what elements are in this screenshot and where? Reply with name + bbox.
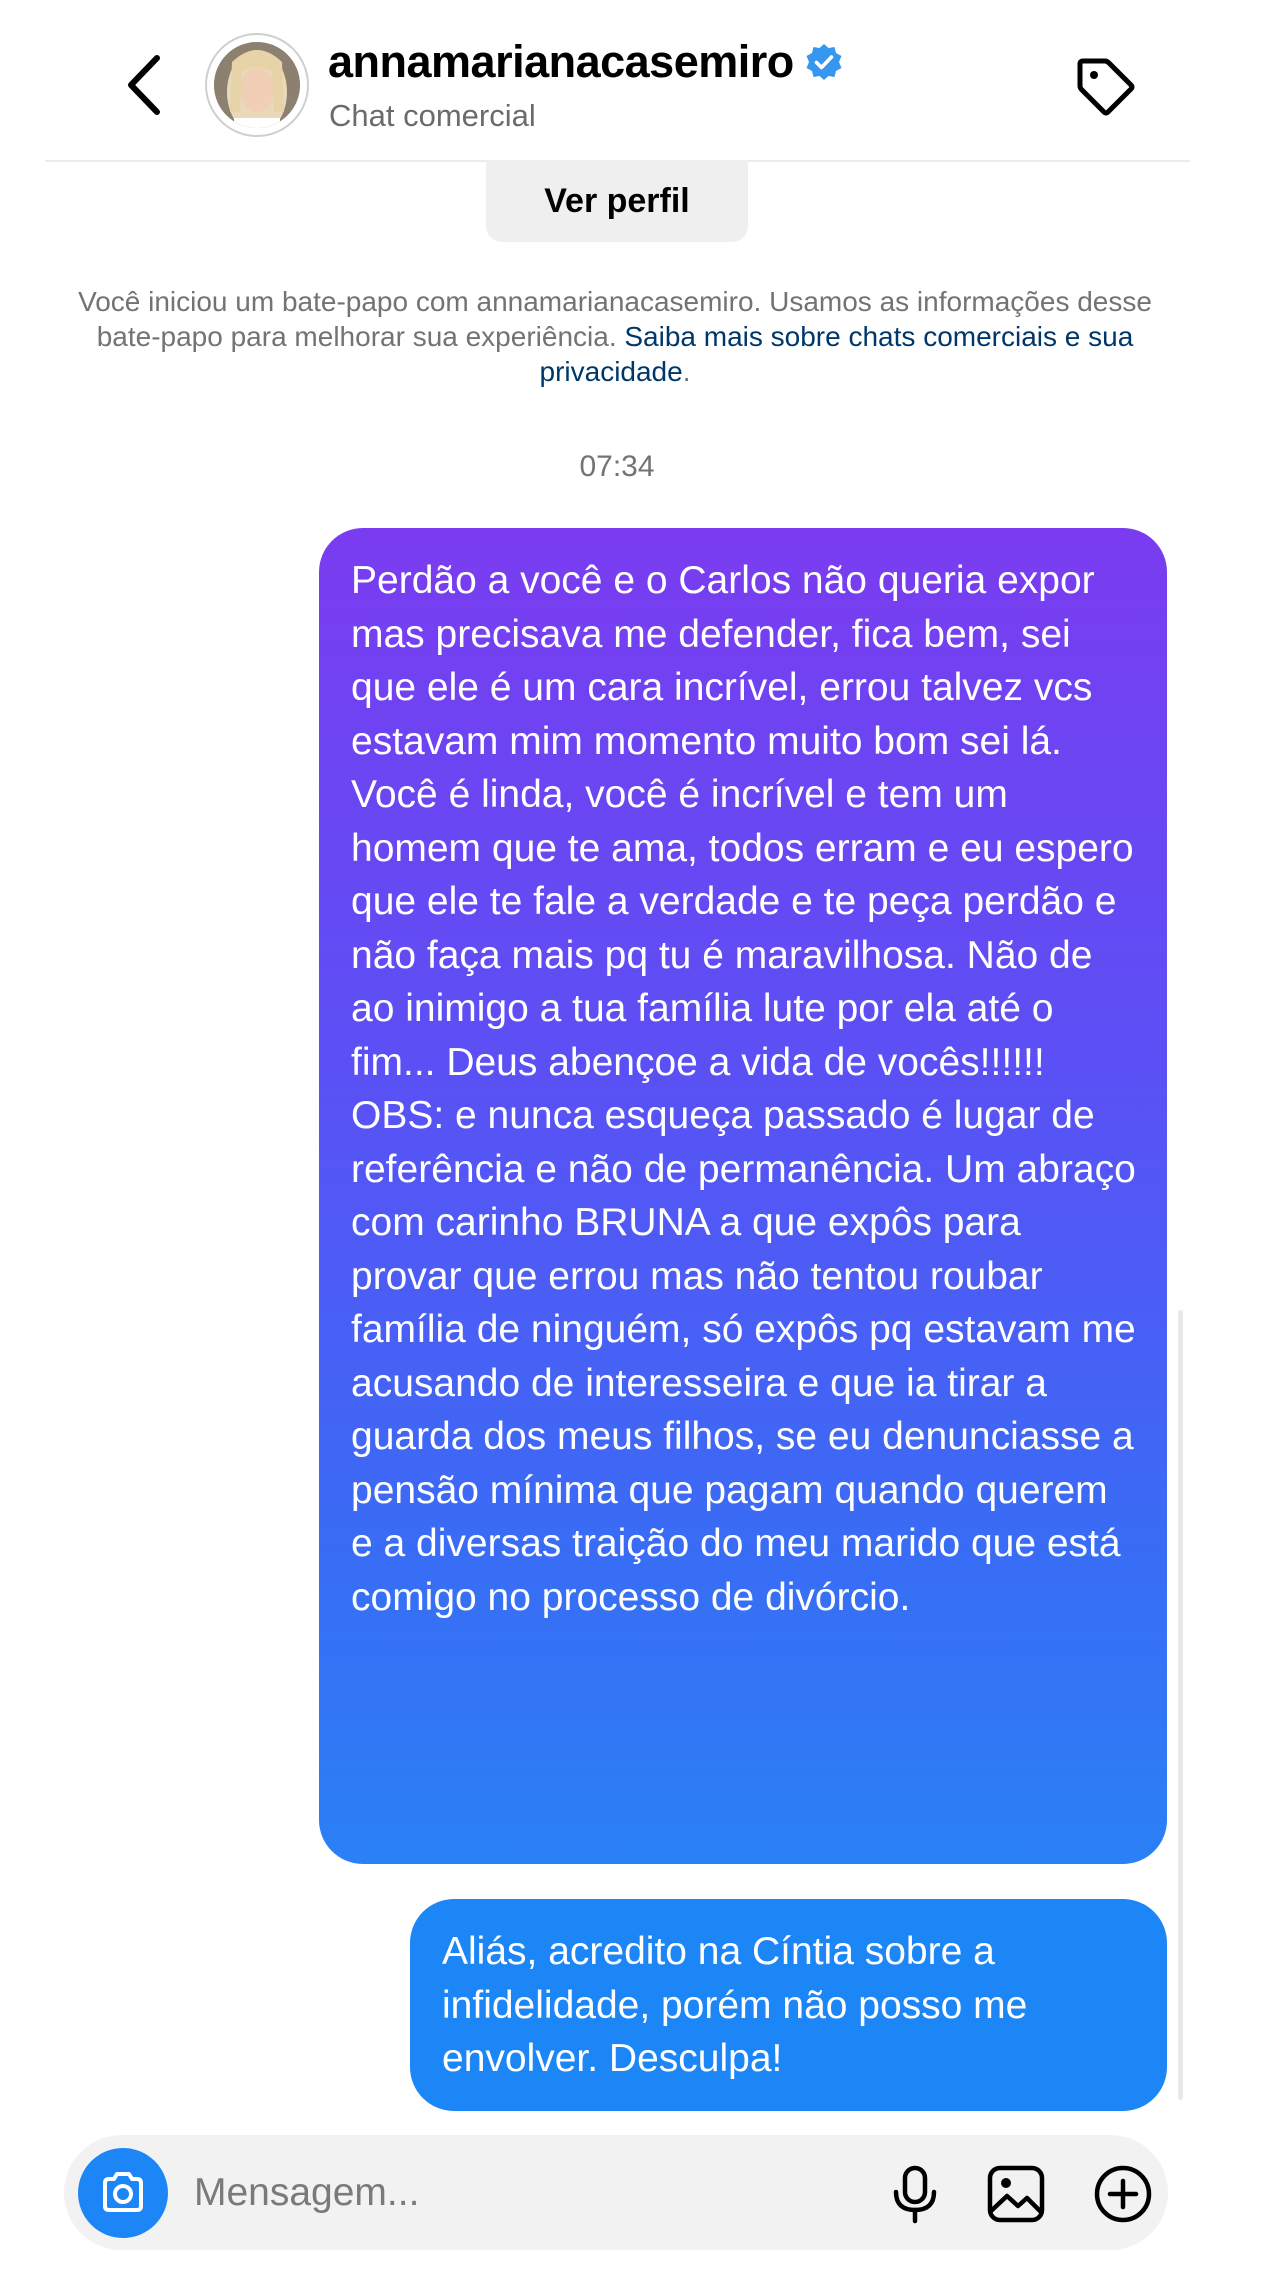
chevron-left-icon xyxy=(128,55,160,115)
camera-icon xyxy=(103,2172,143,2212)
more-options-button[interactable] xyxy=(1092,2163,1154,2225)
message-composer xyxy=(64,2135,1168,2250)
gallery-button[interactable] xyxy=(985,2163,1047,2225)
sent-message-bubble[interactable]: Aliás, acredito na Cíntia sobre a infide… xyxy=(410,1899,1167,2111)
chat-header: annamarianacasemiro Chat comercial xyxy=(45,0,1190,162)
tag-icon xyxy=(1077,58,1135,116)
privacy-link[interactable]: Saiba mais sobre chats comerciais e sua … xyxy=(540,321,1134,387)
username: annamarianacasemiro xyxy=(328,36,794,87)
message-input[interactable] xyxy=(194,2160,874,2226)
plus-circle-icon xyxy=(1094,2165,1152,2223)
microphone-icon xyxy=(893,2165,937,2224)
username-row[interactable]: annamarianacasemiro xyxy=(328,36,844,88)
view-profile-button[interactable]: Ver perfil xyxy=(486,160,748,242)
chat-type-label: Chat comercial xyxy=(329,98,536,133)
image-icon xyxy=(987,2165,1045,2223)
notice-end: . xyxy=(682,356,691,387)
back-button[interactable] xyxy=(115,50,175,120)
sent-message-bubble[interactable]: Perdão a você e o Carlos não queria expo… xyxy=(319,528,1167,1864)
message-timestamp: 07:34 xyxy=(579,450,655,483)
verified-badge-icon xyxy=(806,44,842,80)
profile-photo xyxy=(214,42,300,128)
business-chat-notice: Você iniciou um bate-papo com annamarian… xyxy=(60,284,1170,389)
avatar[interactable] xyxy=(205,33,309,137)
scrollbar[interactable] xyxy=(1178,1310,1183,2100)
voice-message-button[interactable] xyxy=(884,2163,946,2225)
camera-button[interactable] xyxy=(78,2148,168,2238)
tag-button[interactable] xyxy=(1070,52,1140,122)
